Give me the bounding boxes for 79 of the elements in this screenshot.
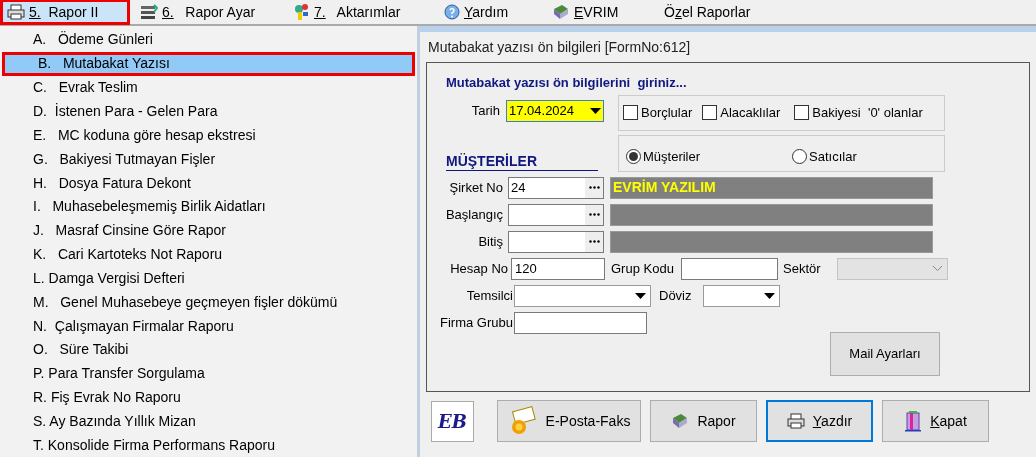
company-group-field[interactable] <box>514 311 647 334</box>
chevron-icon <box>932 265 943 272</box>
dropdown-item[interactable]: S. Ay Bazında Yıllık Mizan <box>0 409 417 434</box>
menu-item[interactable]: 7. Aktarımlar <box>288 0 438 25</box>
checkbox-box <box>794 105 810 120</box>
dropdown-item[interactable]: A. Ödeme Günleri <box>0 28 417 52</box>
checkbox[interactable]: Bakiyesi '0' olanlar <box>794 102 923 123</box>
dropdown-item[interactable]: B. Mutabakat Yazısı <box>2 51 415 76</box>
radio-option[interactable]: Satıcılar <box>792 147 857 167</box>
form-heading: Mutabakat yazısı ön bilgilerini giriniz... <box>445 74 688 92</box>
browse-button[interactable] <box>585 231 603 252</box>
book-icon <box>552 4 570 20</box>
door-icon <box>904 410 923 432</box>
window-title: Mutabakat yazısı ön bilgileri [FormNo:612] <box>427 37 692 57</box>
field-label: Firma Grubu <box>439 313 514 332</box>
dropdown-item[interactable]: R. Fiş Evrak No Raporu <box>0 385 417 410</box>
field-label: Hesap No <box>449 259 509 278</box>
group-code-field[interactable] <box>681 257 778 280</box>
caret-icon <box>764 292 775 299</box>
dropdown-item[interactable]: P. Para Transfer Sorgulama <box>0 361 417 386</box>
code-field[interactable] <box>508 230 604 253</box>
field-label: Döviz <box>659 286 693 305</box>
field-label: Grup Kodu <box>611 259 675 278</box>
dropdown-item[interactable]: H. Dosya Fatura Dekont <box>0 171 417 195</box>
name-display: EVRİM YAZILIM <box>610 176 933 199</box>
printer-icon <box>786 413 805 429</box>
dropdown-item[interactable]: E. MC koduna göre hesap ekstresi <box>0 123 417 148</box>
dropdown-item[interactable]: I. Muhasebeleşmemiş Birlik Aidatları <box>0 194 417 219</box>
account-field[interactable]: 120 <box>511 257 605 280</box>
toolbar-button[interactable]: Yazdır <box>766 400 873 442</box>
field-label: Sektör <box>783 259 822 278</box>
representative-select[interactable] <box>514 284 651 307</box>
dropdown-item[interactable]: K. Cari Kartoteks Not Raporu <box>0 242 417 267</box>
toolbar-button[interactable]: Rapor <box>650 400 757 442</box>
field-label: Şirket No <box>448 178 504 197</box>
checkbox[interactable]: Alacaklılar <box>702 102 781 123</box>
checkbox-box <box>623 105 638 120</box>
dropdown-item[interactable]: T. Konsolide Firma Performans Raporu <box>0 433 417 457</box>
code-field[interactable] <box>508 203 604 226</box>
dropdown-item[interactable]: O. Süre Takibi <box>0 337 417 362</box>
date-label: Tarih <box>470 101 501 120</box>
radio-option[interactable]: Müşteriler <box>626 147 701 167</box>
ellipsis-icon <box>588 240 600 243</box>
menu-item[interactable]: EVRIM <box>548 0 652 25</box>
section-title: MÜŞTERİLER <box>446 152 598 171</box>
browse-button[interactable] <box>585 177 603 198</box>
menu-item[interactable]: Yardım <box>440 0 544 25</box>
dropdown-item[interactable]: N. Çalışmayan Firmalar Raporu <box>0 314 417 338</box>
dropdown-item[interactable]: M. Genel Muhasebeye geçmeyen fişler dökümü <box>0 290 417 315</box>
dropdown-item[interactable]: L. Damga Vergisi Defteri <box>0 266 417 291</box>
toolbar-button[interactable]: E-Posta-Faks <box>497 400 641 442</box>
menu-item[interactable]: Özel Raporlar <box>660 0 755 25</box>
dropdown-item[interactable]: G. Bakiyesi Tutmayan Fişler <box>0 147 417 172</box>
dropdown-item[interactable]: D. İstenen Para - Gelen Para <box>0 99 417 124</box>
menu-item[interactable]: 6. Rapor Ayar <box>136 0 282 25</box>
field-label: Başlangıç <box>444 205 504 224</box>
caret-icon <box>635 292 646 299</box>
book-icon <box>671 413 690 429</box>
checkbox[interactable]: Borçlular <box>623 102 693 123</box>
caret-icon <box>590 107 601 114</box>
field-label: Temsilci <box>465 286 514 305</box>
ellipsis-icon <box>588 213 600 216</box>
ellipsis-icon <box>588 186 600 189</box>
printer-icon <box>7 4 25 20</box>
dropdown-item[interactable]: C. Evrak Teslim <box>0 75 417 100</box>
code-field[interactable]: 24 <box>508 176 604 199</box>
help-icon <box>444 4 460 20</box>
date-picker[interactable]: 17.04.2024 <box>506 99 604 122</box>
logo: EB <box>431 400 474 442</box>
papers-icon <box>140 4 158 20</box>
mail-settings-button[interactable]: Mail Ayarları <box>830 331 940 376</box>
tools-icon <box>292 3 310 21</box>
checkbox-box <box>702 105 718 120</box>
menu-item[interactable]: 5. Rapor II <box>0 0 130 25</box>
field-label: Bitiş <box>477 232 504 251</box>
toolbar-button[interactable]: Kapat <box>882 400 989 442</box>
dropdown-item[interactable]: J. Masraf Cinsine Göre Rapor <box>0 218 417 243</box>
browse-button[interactable] <box>585 204 603 225</box>
currency-select[interactable] <box>703 284 780 307</box>
